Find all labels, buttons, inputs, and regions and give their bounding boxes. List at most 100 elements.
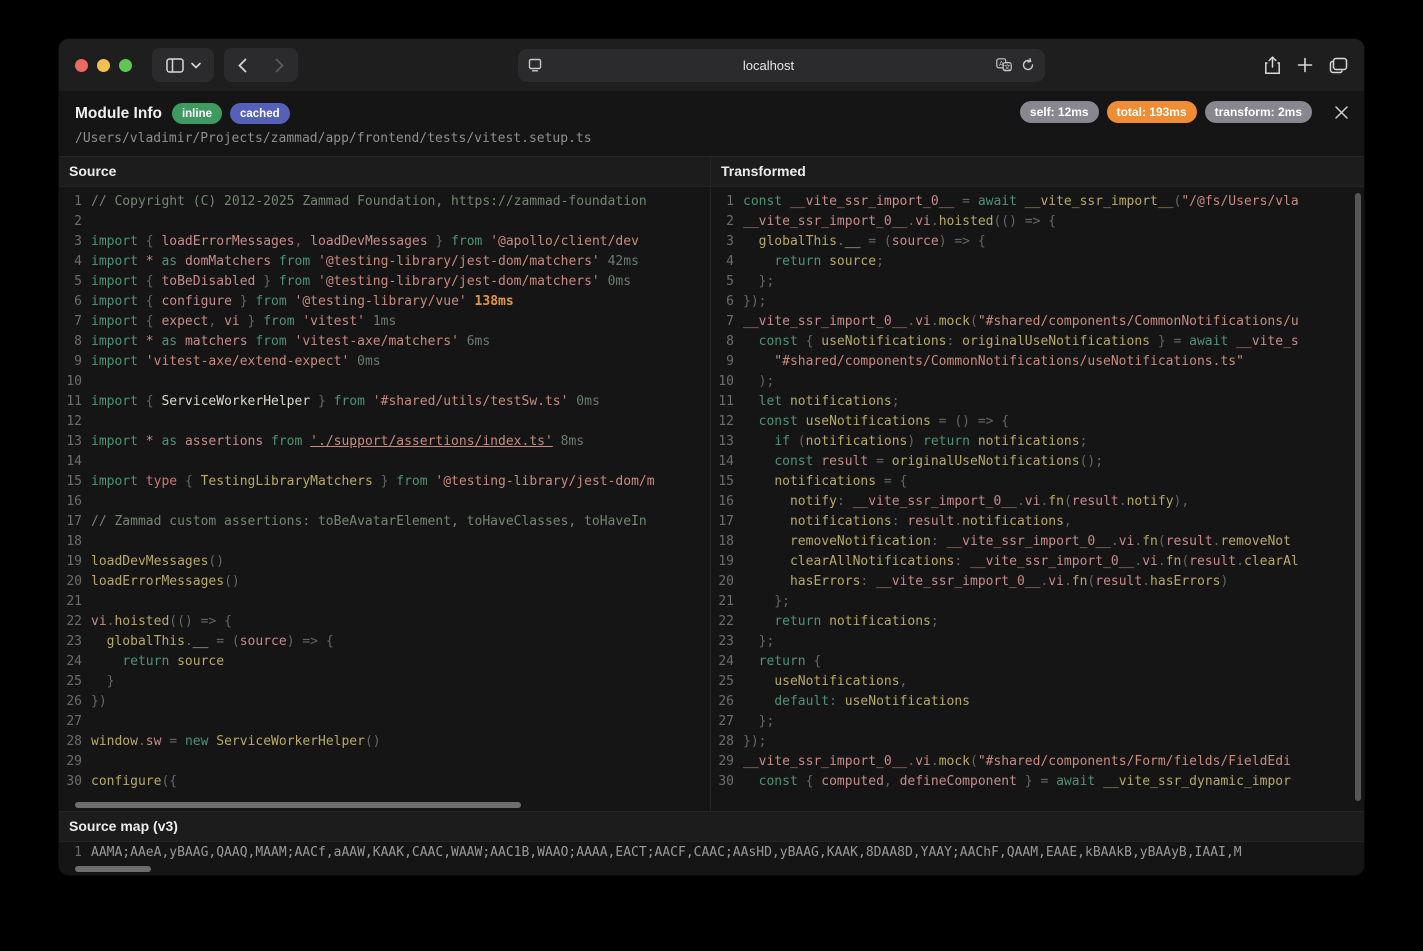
code-token: return (774, 254, 829, 269)
code-token: = ( (860, 234, 891, 249)
code-token: useNotifications (774, 674, 899, 689)
code-token: clearAllNotifications (790, 554, 954, 569)
line-number: 13 (59, 432, 91, 452)
line-number: 20 (711, 572, 743, 592)
sourcemap-panel: Source map (v3) 1AAMA;AAeA,yBAAG,QAAQ,MA… (59, 811, 1364, 876)
code-token: } (310, 394, 333, 409)
url-text[interactable]: localhost (542, 58, 996, 73)
code-token: "#shared/components/CommonNotifications/… (743, 354, 1244, 369)
code-token: import (91, 294, 146, 309)
code-line: 9import 'vitest-axe/extend-expect' 0ms (59, 352, 710, 372)
code-token: { (185, 474, 201, 489)
code-line: 4 return source; (711, 252, 1364, 272)
code-token: . (185, 634, 193, 649)
share-icon[interactable] (1264, 56, 1281, 75)
translate-icon[interactable]: A文 (996, 58, 1012, 72)
vertical-scrollbar[interactable] (1355, 193, 1361, 801)
code-token: import (91, 394, 146, 409)
code-line: 26}) (59, 692, 710, 712)
module-link[interactable]: './support/assertions/index.ts' (310, 434, 553, 449)
code-token: new (185, 734, 216, 749)
code-token: import (91, 474, 146, 489)
code-token: (() => { (993, 214, 1056, 229)
code-token: notifications (774, 474, 876, 489)
code-token: . (1236, 554, 1244, 569)
close-icon[interactable] (1332, 103, 1350, 121)
line-number: 19 (711, 552, 743, 572)
code-token: '@testing-library/jest-dom/m (435, 474, 654, 489)
code-token: 'vitest' (302, 314, 372, 329)
code-token: . (1017, 494, 1025, 509)
line-number: 3 (59, 232, 91, 252)
reload-icon[interactable] (1021, 58, 1035, 72)
code-line: 30 const { computed, defineComponent } =… (711, 772, 1364, 792)
timing-badges: self: 12mstotal: 193mstransform: 2ms (1020, 101, 1312, 123)
code-line: 22vi.hoisted(() => { (59, 612, 710, 632)
code-token: matchers (185, 334, 255, 349)
line-number: 24 (711, 652, 743, 672)
code-token: ) (1221, 574, 1229, 589)
code-token: notifications (829, 614, 931, 629)
line-number: 1 (711, 192, 743, 212)
code-token: loadDevMessages (91, 554, 208, 569)
module-info-header: Module Info inlinecached self: 12mstotal… (59, 91, 1364, 157)
code-token (743, 414, 759, 429)
minimize-window-button[interactable] (97, 59, 110, 72)
code-token (743, 574, 790, 589)
code-line: 13import * as assertions from './support… (59, 432, 710, 452)
back-button[interactable] (224, 48, 261, 82)
code-line: 24 return source (59, 652, 710, 672)
sidebar-toggle-button[interactable] (152, 48, 214, 82)
line-number: 2 (711, 212, 743, 232)
timing-self: self: 12ms (1020, 101, 1099, 123)
code-token: useNotifications (845, 694, 970, 709)
line-number: 8 (59, 332, 91, 352)
code-token: result (1095, 574, 1142, 589)
close-window-button[interactable] (75, 59, 88, 72)
code-line: 28}); (711, 732, 1364, 752)
code-line: 16 (59, 492, 710, 512)
code-token: = () => { (931, 414, 1009, 429)
code-token: notifications (790, 394, 892, 409)
code-token: "#shared/components/CommonNotifications/… (978, 314, 1299, 329)
code-token: '@testing-library/vue' (295, 294, 475, 309)
code-token: expect (161, 314, 208, 329)
code-token: . (931, 754, 939, 769)
code-line: 6}); (711, 292, 1364, 312)
code-line: 19 clearAllNotifications: __vite_ssr_imp… (711, 552, 1364, 572)
zoom-window-button[interactable] (119, 59, 132, 72)
code-token: ), (1174, 494, 1190, 509)
code-token: from (279, 254, 318, 269)
forward-button[interactable] (261, 48, 298, 82)
new-tab-icon[interactable] (1297, 57, 1313, 73)
transformed-code[interactable]: 1const __vite_ssr_import_0__ = await __v… (711, 187, 1364, 811)
horizontal-scrollbar[interactable] (75, 802, 521, 808)
code-token: vi (1142, 554, 1158, 569)
horizontal-scrollbar[interactable] (75, 866, 151, 872)
code-token: __vite_ssr_import_0__ (743, 754, 907, 769)
chevron-down-icon (191, 62, 201, 69)
code-token: import (91, 334, 146, 349)
code-line: 1const __vite_ssr_import_0__ = await __v… (711, 192, 1364, 212)
code-token: } (255, 274, 278, 289)
sourcemap-code[interactable]: 1AAMA;AAeA,yBAAG,QAAQ,MAAM;AACf,aAAW,KAA… (59, 842, 1364, 862)
code-token: { (146, 234, 162, 249)
code-token: return (122, 654, 177, 669)
code-token: = { (876, 474, 907, 489)
code-token (743, 334, 759, 349)
code-token: 'vitest-axe/matchers' (295, 334, 467, 349)
code-token: __ (845, 234, 861, 249)
source-code[interactable]: 1// Copyright (C) 2012-2025 Zammad Found… (59, 187, 710, 811)
code-token: const (759, 414, 806, 429)
transformed-panel: Transformed 1const __vite_ssr_import_0__… (711, 157, 1364, 811)
code-token: const (759, 334, 806, 349)
line-number: 23 (59, 632, 91, 652)
code-line: 23 globalThis.__ = (source) => { (59, 632, 710, 652)
reader-icon[interactable] (528, 58, 542, 72)
tab-overview-icon[interactable] (1329, 57, 1348, 74)
code-token: , (900, 674, 908, 689)
code-line: 8import * as matchers from 'vitest-axe/m… (59, 332, 710, 352)
address-bar[interactable]: localhost A文 (518, 49, 1045, 82)
line-number: 5 (59, 272, 91, 292)
code-token: : (892, 514, 908, 529)
